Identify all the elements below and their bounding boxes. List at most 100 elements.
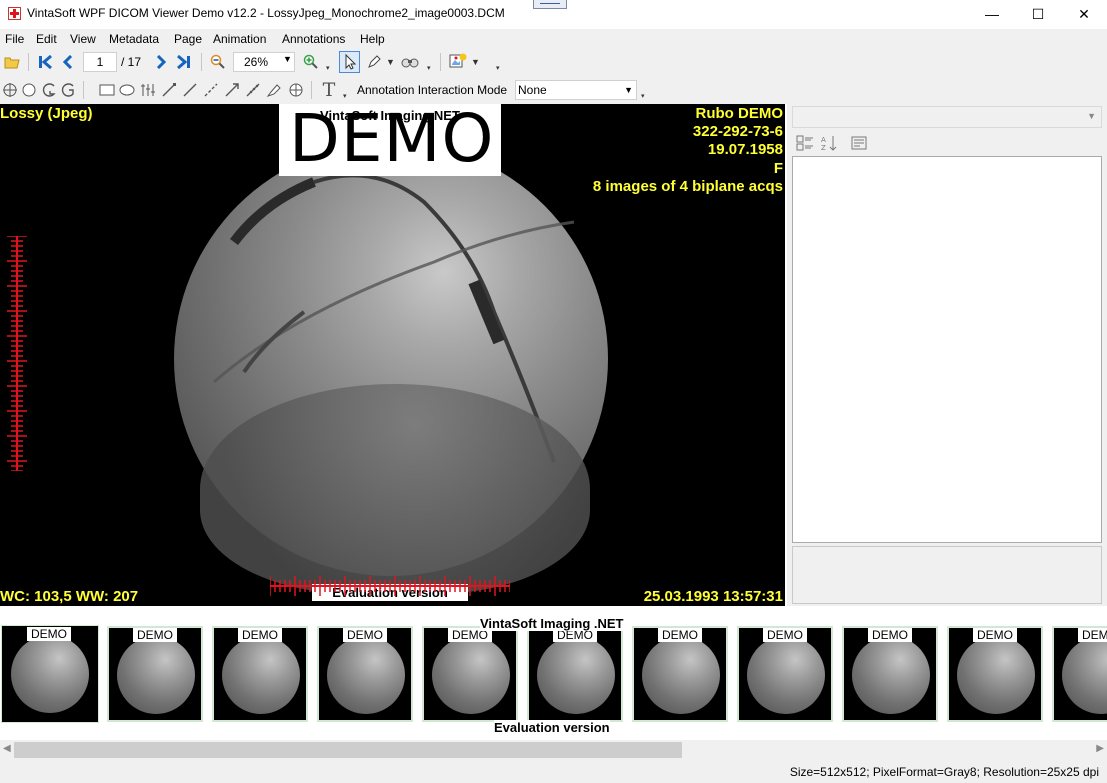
horizontal-ruler <box>270 576 510 596</box>
patient-name: Rubo DEMO <box>695 105 784 122</box>
thumbnail-demo-label: DEMO <box>763 628 807 642</box>
thumbnail-item[interactable]: DEMO <box>527 626 623 722</box>
toolbar-overflow-arrow[interactable]: ▾ <box>496 64 500 72</box>
dicom-image-viewer[interactable]: Lossy (Jpeg) Rubo DEMO 322-292-73-6 19.0… <box>0 104 785 606</box>
vertical-ruler <box>7 236 27 471</box>
pan-tool-icon[interactable] <box>399 53 421 71</box>
point-circle-icon[interactable] <box>21 81 37 99</box>
arrow-line-icon[interactable] <box>223 81 241 99</box>
minimize-button[interactable]: — <box>969 0 1015 28</box>
thumbnail-image <box>117 636 195 714</box>
scroll-right-icon[interactable]: ▶ <box>1096 743 1104 754</box>
zoom-dropdown-arrow[interactable]: ▼ <box>283 54 292 64</box>
menu-metadata[interactable]: Metadata <box>109 32 159 46</box>
menu-animation[interactable]: Animation <box>213 32 266 46</box>
close-button[interactable]: ✕ <box>1061 0 1107 28</box>
thumbnail-item[interactable]: DEMO <box>737 626 833 722</box>
menu-page[interactable]: Page <box>174 32 202 46</box>
property-pages-icon[interactable] <box>848 133 870 153</box>
thumbnail-image <box>1062 636 1107 714</box>
study-datetime: 25.03.1993 13:57:31 <box>643 588 783 605</box>
cobb-angle-icon[interactable] <box>59 81 75 99</box>
selection-mode-button[interactable] <box>339 51 360 73</box>
app-icon <box>8 7 21 20</box>
annotation-mode-select[interactable]: None ▼ <box>515 80 637 100</box>
thumbnail-item[interactable]: DEMO <box>1 625 99 723</box>
zoom-out-icon[interactable] <box>208 53 228 71</box>
image-processing-icon[interactable] <box>447 52 469 72</box>
next-page-icon[interactable] <box>151 53 171 71</box>
toolbar-separator <box>440 53 441 71</box>
rectangle-icon[interactable] <box>98 81 116 99</box>
toolbar-separator <box>311 81 312 99</box>
crosshair-circle-icon[interactable] <box>2 81 18 99</box>
compression-label: Lossy (Jpeg) <box>0 105 93 122</box>
menu-bar: File Edit View Metadata Page Animation A… <box>0 29 1107 48</box>
thumbnail-demo-label: DEMO <box>868 628 912 642</box>
categorized-view-icon[interactable] <box>794 133 816 153</box>
svg-text:Z: Z <box>821 144 826 151</box>
thumbnail-viewer[interactable]: DEMODEMODEMODEMODEMODEMODEMODEMODEMODEMO… <box>0 606 1107 740</box>
scroll-left-icon[interactable]: ◀ <box>3 743 11 754</box>
window-level-label: WC: 103,5 WW: 207 <box>0 588 139 605</box>
ruler-line-icon[interactable] <box>244 81 262 99</box>
interpolated-crosshair-icon[interactable] <box>287 81 305 99</box>
thumbnail-evaluation-watermark: Evaluation version <box>494 720 610 735</box>
status-bar: Size=512x512; PixelFormat=Gray8; Resolut… <box>0 760 1107 783</box>
thumbnail-image <box>537 636 615 714</box>
annotation-toolbar: T ▾ Annotation Interaction Mode None ▼ ▾ <box>0 77 1107 104</box>
object-selector-combobox[interactable]: ▼ <box>792 106 1102 128</box>
title-grip-handle[interactable] <box>533 0 567 9</box>
ellipse-icon[interactable] <box>118 81 136 99</box>
sort-alphabetical-icon[interactable]: AZ <box>818 133 840 153</box>
svg-text:A: A <box>821 136 826 144</box>
thumbnail-image <box>957 636 1035 714</box>
maximize-button[interactable]: ☐ <box>1015 0 1061 28</box>
menu-file[interactable]: File <box>5 32 24 46</box>
thumbnail-scrollbar[interactable]: ◀ ▶ <box>0 740 1107 760</box>
menu-edit[interactable]: Edit <box>36 32 57 46</box>
thumbnail-item[interactable]: DEMO <box>632 626 728 722</box>
menu-view[interactable]: View <box>70 32 96 46</box>
text-annotation-dropdown-arrow[interactable]: ▾ <box>343 92 347 100</box>
thumbnail-demo-label: DEMO <box>973 628 1017 642</box>
page-number-input[interactable]: 1 <box>83 52 117 72</box>
thumbnail-image <box>432 636 510 714</box>
scrollbar-thumb[interactable] <box>14 742 682 758</box>
thumbnail-image <box>747 636 825 714</box>
pen-tool-dropdown-arrow[interactable]: ▼ <box>386 57 395 67</box>
open-folder-icon[interactable] <box>3 53 21 71</box>
angle-icon[interactable] <box>40 81 56 99</box>
line-icon[interactable] <box>160 81 178 99</box>
thumbnail-item[interactable]: DEMO <box>317 626 413 722</box>
menu-help[interactable]: Help <box>360 32 385 46</box>
text-annotation-icon[interactable]: T <box>319 80 339 100</box>
thumbnail-item[interactable]: DEMO <box>212 626 308 722</box>
pen-tool-icon[interactable] <box>364 53 384 71</box>
dashed-line-icon[interactable] <box>202 81 220 99</box>
thumbnail-item[interactable]: DEMO <box>422 626 518 722</box>
thumbnail-item[interactable]: DEMO <box>107 626 203 722</box>
toolbar-separator <box>83 81 84 99</box>
menu-annotations[interactable]: Annotations <box>282 32 345 46</box>
pan-tool-dropdown-arrow[interactable]: ▾ <box>427 64 431 72</box>
last-page-icon[interactable] <box>174 53 194 71</box>
freehand-icon[interactable] <box>265 81 283 99</box>
thumbnail-item[interactable]: DEMO <box>842 626 938 722</box>
multiline-icon[interactable] <box>139 81 157 99</box>
thumbnail-image <box>642 636 720 714</box>
patient-id: 322-292-73-6 <box>692 123 783 140</box>
property-grid[interactable] <box>792 156 1102 543</box>
zoom-in-icon[interactable] <box>301 53 321 71</box>
annotation-toolbar-overflow-arrow[interactable]: ▾ <box>641 92 645 100</box>
property-description-pane <box>792 546 1102 604</box>
title-bar: VintaSoft WPF DICOM Viewer Demo v12.2 - … <box>0 0 1107 28</box>
thumbnail-item[interactable]: DEMO <box>947 626 1043 722</box>
zoom-in-dropdown-arrow[interactable]: ▾ <box>326 64 330 72</box>
first-page-icon[interactable] <box>35 53 55 71</box>
thumbnail-item[interactable]: DEMO <box>1052 626 1107 722</box>
image-processing-dropdown-arrow[interactable]: ▼ <box>471 57 480 67</box>
patient-birth-date: 19.07.1958 <box>707 141 783 158</box>
previous-page-icon[interactable] <box>58 53 78 71</box>
polyline-icon[interactable] <box>181 81 199 99</box>
